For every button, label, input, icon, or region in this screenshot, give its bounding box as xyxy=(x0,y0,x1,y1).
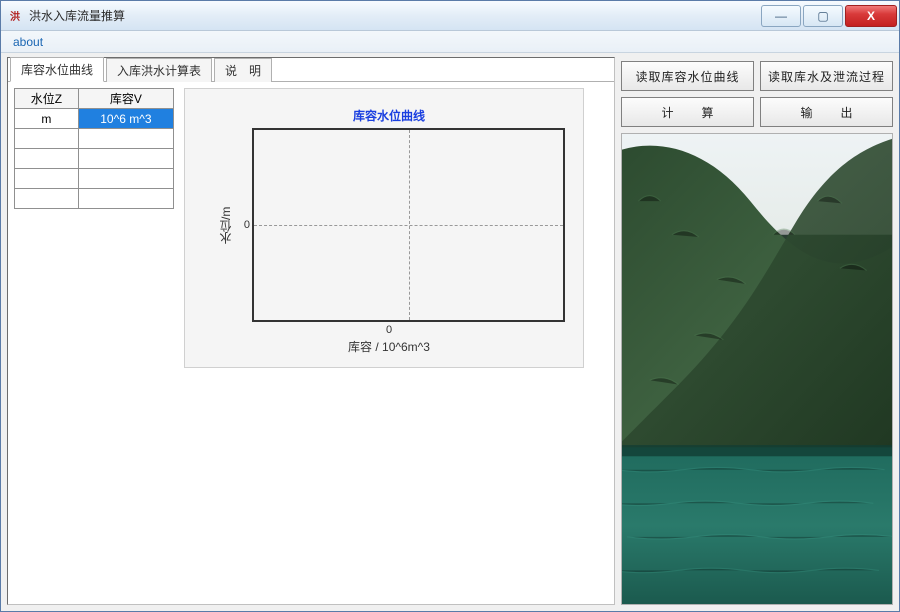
app-icon: 洪 xyxy=(7,8,23,24)
title-bar[interactable]: 洪 洪水入库流量推算 — ▢ X xyxy=(1,1,899,31)
grid-cell[interactable] xyxy=(78,129,173,149)
read-curve-button[interactable]: 读取库容水位曲线 xyxy=(621,61,754,91)
chart-ytick: 0 xyxy=(238,128,252,322)
tab-table[interactable]: 入库洪水计算表 xyxy=(106,58,212,82)
chart-xtick: 0 xyxy=(213,324,565,336)
read-flow-button[interactable]: 读取库水及泄流过程 xyxy=(760,61,893,91)
maximize-button[interactable]: ▢ xyxy=(803,5,843,27)
grid-cell[interactable] xyxy=(78,189,173,209)
chart-grid-v xyxy=(409,130,410,320)
chart-title: 库容水位曲线 xyxy=(213,107,565,124)
grid-unit-z[interactable]: m xyxy=(15,109,79,129)
grid-unit-v[interactable]: 10^6 m^3 xyxy=(78,109,173,129)
client-area: 库容水位曲线 入库洪水计算表 说 明 水位Z 库容V m 10^6 m^3 xyxy=(1,53,899,611)
grid-cell[interactable] xyxy=(15,169,79,189)
chart-ylabel: 水位/m xyxy=(213,128,238,322)
close-button[interactable]: X xyxy=(845,5,897,27)
grid-header-z[interactable]: 水位Z xyxy=(15,89,79,109)
grid-cell[interactable] xyxy=(78,169,173,189)
tab-curve[interactable]: 库容水位曲线 xyxy=(10,57,104,82)
photo-svg xyxy=(622,134,892,604)
grid-cell[interactable] xyxy=(15,129,79,149)
chart-xlabel: 库容 / 10^6m^3 xyxy=(213,338,565,355)
tab-body-curve: 水位Z 库容V m 10^6 m^3 库容水位曲线 xyxy=(8,82,614,604)
minimize-button[interactable]: — xyxy=(761,5,801,27)
output-button[interactable]: 输 出 xyxy=(760,97,893,127)
menu-about[interactable]: about xyxy=(7,33,49,51)
button-row-2: 计 算 输 出 xyxy=(621,97,893,127)
grid-header-v[interactable]: 库容V xyxy=(78,89,173,109)
window-title: 洪水入库流量推算 xyxy=(29,7,761,24)
menu-bar: about xyxy=(1,31,899,53)
app-window: 洪 洪水入库流量推算 — ▢ X about 库容水位曲线 入库洪水计算表 说 … xyxy=(0,0,900,612)
chart-panel: 库容水位曲线 水位/m 0 0 库容 / 10^6m^3 xyxy=(184,88,584,368)
right-panel: 读取库容水位曲线 读取库水及泄流过程 计 算 输 出 xyxy=(621,57,893,605)
tab-help[interactable]: 说 明 xyxy=(214,58,272,82)
window-controls: — ▢ X xyxy=(761,5,897,27)
button-row-1: 读取库容水位曲线 读取库水及泄流过程 xyxy=(621,61,893,91)
left-panel: 库容水位曲线 入库洪水计算表 说 明 水位Z 库容V m 10^6 m^3 xyxy=(7,57,615,605)
data-grid-wrap: 水位Z 库容V m 10^6 m^3 xyxy=(14,88,174,598)
grid-cell[interactable] xyxy=(15,189,79,209)
grid-cell[interactable] xyxy=(15,149,79,169)
tab-strip: 库容水位曲线 入库洪水计算表 说 明 xyxy=(8,58,614,82)
data-grid[interactable]: 水位Z 库容V m 10^6 m^3 xyxy=(14,88,174,209)
side-photo xyxy=(621,133,893,605)
plot-row: 水位/m 0 xyxy=(213,128,565,322)
grid-cell[interactable] xyxy=(78,149,173,169)
compute-button[interactable]: 计 算 xyxy=(621,97,754,127)
chart-plot-area[interactable] xyxy=(252,128,565,322)
